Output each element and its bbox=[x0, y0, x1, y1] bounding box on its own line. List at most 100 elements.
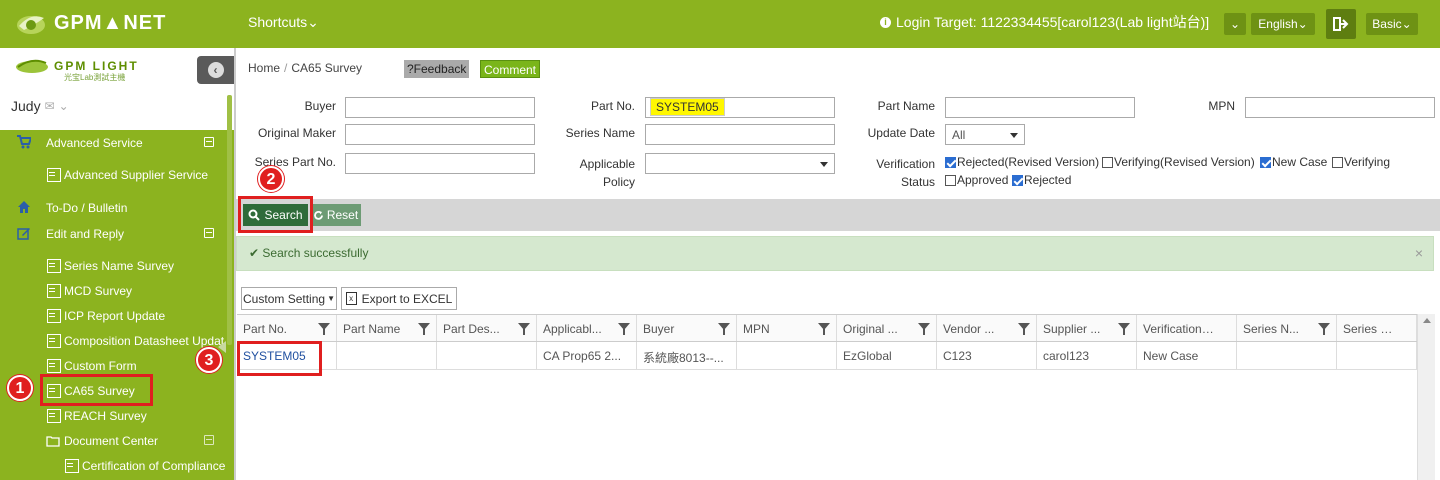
filter-icon[interactable] bbox=[818, 323, 830, 335]
update-date-select[interactable]: All bbox=[945, 124, 1025, 145]
logo-subtitle: 光宝Lab測試主機 bbox=[64, 73, 126, 82]
comment-button[interactable]: Comment bbox=[480, 60, 541, 78]
column-header[interactable]: Part Des... bbox=[437, 315, 537, 341]
user-menu[interactable]: Judy ✉ ⌄ bbox=[11, 98, 69, 114]
column-header[interactable]: Vendor ... bbox=[937, 315, 1037, 341]
applicable-policy-select[interactable] bbox=[645, 153, 835, 174]
reset-button[interactable]: Reset bbox=[310, 204, 361, 226]
success-alert: ✔ Search successfully × bbox=[236, 236, 1434, 271]
original-maker-input[interactable] bbox=[345, 124, 535, 145]
filter-icon[interactable] bbox=[718, 323, 730, 335]
annotation-box-result bbox=[237, 341, 322, 376]
header-label: Applicabl... bbox=[543, 322, 602, 336]
column-header[interactable]: MPN bbox=[737, 315, 837, 341]
home-icon bbox=[18, 201, 30, 213]
column-header[interactable]: Series P... bbox=[1337, 315, 1417, 341]
breadcrumb: Home / CA65 Survey bbox=[248, 61, 362, 75]
language-button[interactable]: English ⌄ bbox=[1251, 13, 1315, 35]
table-row[interactable]: SYSTEM05 CA Prop65 2... 系統廠8013--... EzG… bbox=[237, 342, 1417, 370]
feedback-button[interactable]: ?Feedback bbox=[404, 60, 470, 78]
breadcrumb-home[interactable]: Home bbox=[248, 61, 280, 75]
document-icon bbox=[47, 168, 61, 182]
filter-icon[interactable] bbox=[618, 323, 630, 335]
series-name-label: Series Name bbox=[565, 126, 635, 140]
filter-icon[interactable] bbox=[1118, 323, 1130, 335]
sidebar-scroll-thumb[interactable] bbox=[227, 95, 232, 345]
check-new-case[interactable]: New Case bbox=[1260, 155, 1327, 169]
sidebar-item-mcd-survey[interactable]: MCD Survey bbox=[0, 282, 226, 300]
sidebar-item-document-center[interactable]: Document Center bbox=[0, 432, 226, 450]
check-label: Verifying bbox=[1344, 155, 1391, 169]
check-rejected-revised[interactable]: Rejected(Revised Version) bbox=[945, 155, 1099, 169]
annotation-box-search bbox=[238, 196, 313, 233]
gpmnet-logo[interactable]: GPM▲NET bbox=[14, 8, 166, 38]
custom-setting-label: Custom Setting bbox=[243, 291, 326, 306]
checkbox-checked[interactable] bbox=[945, 156, 956, 168]
check-verifying-revised[interactable]: Verifying(Revised Version) bbox=[1102, 155, 1255, 169]
check-rejected[interactable]: Rejected bbox=[1012, 173, 1071, 187]
basic-button[interactable]: Basic ⌄ bbox=[1366, 13, 1418, 35]
column-header[interactable]: Supplier ... bbox=[1037, 315, 1137, 341]
custom-setting-dropdown[interactable]: Custom Setting ▼ bbox=[241, 287, 337, 310]
filter-icon[interactable] bbox=[1318, 323, 1330, 335]
filter-icon[interactable] bbox=[1018, 323, 1030, 335]
applicable-policy-label: Applicable Policy bbox=[560, 155, 635, 191]
sidebar-item-custom-form[interactable]: Custom Form bbox=[0, 357, 226, 375]
sidebar-item-composition-datasheet[interactable]: Composition Datasheet Updat bbox=[0, 332, 226, 350]
mpn-input[interactable] bbox=[1245, 97, 1435, 118]
filter-icon[interactable] bbox=[518, 323, 530, 335]
sidebar-item-label: Advanced Service bbox=[46, 136, 143, 150]
checkbox-unchecked[interactable] bbox=[1102, 156, 1113, 168]
checkbox-checked[interactable] bbox=[1012, 174, 1023, 186]
buyer-input[interactable] bbox=[345, 97, 535, 118]
filter-icon[interactable] bbox=[418, 323, 430, 335]
sidebar-item-todo-bulletin[interactable]: To-Do / Bulletin bbox=[0, 199, 226, 217]
action-bar bbox=[236, 199, 1440, 231]
export-excel-button[interactable]: x Export to EXCEL bbox=[341, 287, 457, 310]
checkbox-checked[interactable] bbox=[1260, 156, 1271, 168]
arrow-left-icon: ‹ bbox=[207, 62, 224, 78]
close-icon[interactable]: × bbox=[1415, 245, 1423, 261]
sidebar: GPM LIGHT 光宝Lab測試主機 ‹ Judy ✉ ⌄ Advanced … bbox=[0, 48, 234, 480]
scroll-up-icon[interactable] bbox=[1423, 318, 1431, 323]
column-header[interactable]: Part No. bbox=[237, 315, 337, 341]
target-dropdown-button[interactable]: ⌄ bbox=[1224, 13, 1246, 35]
user-name: Judy bbox=[11, 98, 41, 114]
collapse-icon[interactable] bbox=[204, 435, 214, 445]
filter-icon[interactable] bbox=[918, 323, 930, 335]
sidebar-item-advanced-service[interactable]: Advanced Service bbox=[0, 134, 226, 152]
document-icon bbox=[47, 359, 61, 373]
sidebar-item-certification[interactable]: Certification of Compliance bbox=[0, 457, 226, 475]
column-header[interactable]: Verification St... bbox=[1137, 315, 1237, 341]
column-header[interactable]: Series N... bbox=[1237, 315, 1337, 341]
collapse-icon[interactable] bbox=[204, 228, 214, 238]
column-header[interactable]: Buyer bbox=[637, 315, 737, 341]
caret-down-icon bbox=[1010, 133, 1018, 138]
part-name-input[interactable] bbox=[945, 97, 1135, 118]
sidebar-item-edit-reply[interactable]: Edit and Reply bbox=[0, 225, 226, 243]
check-verifying[interactable]: Verifying bbox=[1332, 155, 1390, 169]
series-part-no-input[interactable] bbox=[345, 153, 535, 174]
check-label: Verifying(Revised Version) bbox=[1114, 155, 1255, 169]
sidebar-item-label: ICP Report Update bbox=[64, 309, 166, 323]
series-name-input[interactable] bbox=[645, 124, 835, 145]
column-header[interactable]: Part Name bbox=[337, 315, 437, 341]
sidebar-item-advanced-supplier-service[interactable]: Advanced Supplier Service bbox=[0, 166, 226, 184]
check-approved[interactable]: Approved bbox=[945, 173, 1008, 187]
column-header[interactable]: Original ... bbox=[837, 315, 937, 341]
checkbox-unchecked[interactable] bbox=[1332, 156, 1343, 168]
logout-button[interactable] bbox=[1326, 9, 1356, 39]
collapse-sidebar-button[interactable]: ‹ bbox=[197, 56, 234, 84]
sidebar-item-icp-report-update[interactable]: ICP Report Update bbox=[0, 307, 226, 325]
checkbox-unchecked[interactable] bbox=[945, 174, 956, 186]
sidebar-item-reach-survey[interactable]: REACH Survey bbox=[0, 407, 226, 425]
column-header[interactable]: Applicabl... bbox=[537, 315, 637, 341]
part-no-input[interactable]: SYSTEM05 bbox=[645, 97, 835, 118]
document-icon bbox=[47, 284, 61, 298]
shortcuts-menu[interactable]: Shortcuts⌄ bbox=[248, 14, 319, 31]
collapse-icon[interactable] bbox=[204, 137, 214, 147]
grid-scrollbar[interactable] bbox=[1417, 314, 1435, 480]
filter-icon[interactable] bbox=[318, 323, 330, 335]
sidebar-item-series-name-survey[interactable]: Series Name Survey bbox=[0, 257, 226, 275]
original-maker-label: Original Maker bbox=[257, 126, 336, 140]
